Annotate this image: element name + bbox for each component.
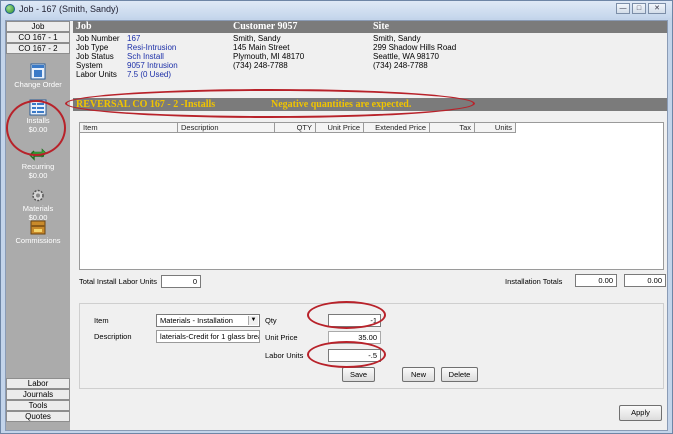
sidebar: Job CO 167 - 1 CO 167 - 2 Change Order I… bbox=[6, 21, 70, 430]
tab-labor[interactable]: Labor bbox=[6, 378, 70, 389]
tab-co-167-2[interactable]: CO 167 - 2 bbox=[6, 43, 70, 54]
new-button[interactable]: New bbox=[402, 367, 435, 382]
reversal-banner: REVERSAL CO 167 - 2 -Installs Negative q… bbox=[73, 98, 667, 111]
column-description[interactable]: Description bbox=[178, 123, 275, 133]
tab-job[interactable]: Job bbox=[6, 21, 70, 32]
column-unit-price[interactable]: Unit Price bbox=[316, 123, 364, 133]
job-type-label: Job Type bbox=[76, 43, 109, 52]
sidebar-item-label: Installs bbox=[26, 116, 50, 125]
customer-name: Smith, Sandy bbox=[233, 34, 281, 43]
labor-units-label: Labor Units bbox=[76, 70, 117, 79]
customer-city: Plymouth, MI 48170 bbox=[233, 52, 305, 61]
reversal-title: REVERSAL CO 167 - 2 -Installs bbox=[76, 99, 216, 110]
description-label: Description bbox=[94, 332, 132, 341]
reversal-note: Negative quantities are expected. bbox=[271, 99, 412, 110]
change-order-icon bbox=[30, 63, 46, 80]
job-status-label: Job Status bbox=[76, 52, 114, 61]
column-units[interactable]: Units bbox=[475, 123, 516, 133]
job-status-value: Sch Install bbox=[127, 52, 164, 61]
total-labor-units-label: Total Install Labor Units bbox=[79, 277, 157, 286]
site-info: Smith, Sandy 299 Shadow Hills Road Seatt… bbox=[373, 34, 456, 70]
tab-tools[interactable]: Tools bbox=[6, 400, 70, 411]
unit-price-label: Unit Price bbox=[265, 333, 298, 342]
item-select[interactable]: Materials - Installation ▼ bbox=[156, 314, 260, 327]
customer-info: Smith, Sandy 145 Main Street Plymouth, M… bbox=[233, 34, 304, 70]
item-select-value: Materials - Installation bbox=[160, 316, 233, 325]
client-area: Job CO 167 - 1 CO 167 - 2 Change Order I… bbox=[5, 20, 668, 431]
app-icon bbox=[5, 4, 15, 14]
minimize-icon[interactable]: — bbox=[616, 3, 630, 14]
total-labor-units-value: 0 bbox=[161, 275, 201, 288]
description-field[interactable]: laterials-Credit for 1 glass break bbox=[156, 330, 260, 343]
materials-icon bbox=[32, 189, 44, 202]
sidebar-item-label: Change Order bbox=[14, 80, 62, 89]
sidebar-item-recurring[interactable]: Recurring $0.00 bbox=[6, 145, 70, 180]
job-info: Job Number 167 Job Type Resi-Intrusion Job… bbox=[76, 34, 178, 79]
system-value: 9057 Intrusion bbox=[127, 61, 178, 70]
labor-units-value: 7.5 (0 Used) bbox=[127, 70, 172, 79]
maximize-icon[interactable]: □ bbox=[632, 3, 646, 14]
close-icon[interactable]: ✕ bbox=[648, 3, 666, 14]
apply-button[interactable]: Apply bbox=[619, 405, 662, 421]
labor-units-field[interactable]: -.5 bbox=[328, 349, 381, 362]
tab-quotes[interactable]: Quotes bbox=[6, 411, 70, 422]
site-street: 299 Shadow Hills Road bbox=[373, 43, 457, 52]
customer-street: 145 Main Street bbox=[233, 43, 290, 52]
job-number-value: 167 bbox=[127, 34, 141, 43]
recurring-icon bbox=[29, 148, 47, 161]
info-header: Job Customer 9057 Site bbox=[73, 21, 667, 33]
sidebar-item-label: Recurring bbox=[21, 162, 55, 171]
window-title: Job - 167 (Smith, Sandy) bbox=[19, 4, 119, 14]
system-label: System bbox=[76, 61, 103, 70]
site-heading: Site bbox=[373, 21, 390, 32]
sidebar-item-label: Materials bbox=[22, 204, 54, 213]
site-phone: (734) 248-7788 bbox=[373, 61, 428, 70]
main-panel: Job Customer 9057 Site Job Number 167 Job… bbox=[73, 21, 667, 430]
qty-field[interactable]: -1 bbox=[328, 314, 381, 327]
tab-journals[interactable]: Journals bbox=[6, 389, 70, 400]
column-item[interactable]: Item bbox=[80, 123, 178, 133]
installation-total-2: 0.00 bbox=[624, 274, 666, 287]
column-qty[interactable]: QTY bbox=[275, 123, 316, 133]
job-type-value: Resi-Intrusion bbox=[127, 43, 177, 52]
column-extended-price[interactable]: Extended Price bbox=[364, 123, 430, 133]
item-label: Item bbox=[94, 316, 109, 325]
sidebar-item-amount: $0.00 bbox=[28, 171, 48, 180]
save-button[interactable]: Save bbox=[342, 367, 375, 382]
delete-button[interactable]: Delete bbox=[441, 367, 478, 382]
sidebar-item-installs[interactable]: Installs $0.00 bbox=[6, 99, 70, 134]
application-window: Job - 167 (Smith, Sandy) — □ ✕ Job CO 16… bbox=[0, 0, 673, 434]
title-bar: Job - 167 (Smith, Sandy) — □ ✕ bbox=[1, 1, 672, 18]
sidebar-item-commissions[interactable]: Commissions bbox=[6, 219, 70, 245]
job-number-label: Job Number bbox=[76, 34, 120, 43]
customer-heading: Customer 9057 bbox=[233, 21, 298, 32]
line-item-editor: Item Materials - Installation ▼ Descript… bbox=[79, 303, 664, 389]
unit-price-field: 35.00 bbox=[328, 331, 381, 344]
labor-units-input-label: Labor Units bbox=[265, 351, 304, 360]
line-items-grid[interactable]: Item Description QTY Unit Price Extended… bbox=[79, 122, 664, 270]
customer-phone: (734) 248-7788 bbox=[233, 61, 288, 70]
installs-icon bbox=[29, 99, 47, 116]
tab-co-167-1[interactable]: CO 167 - 1 bbox=[6, 32, 70, 43]
sidebar-item-amount: $0.00 bbox=[28, 125, 48, 134]
site-name: Smith, Sandy bbox=[373, 34, 421, 43]
sidebar-item-change-order[interactable]: Change Order bbox=[6, 63, 70, 89]
sidebar-item-materials[interactable]: Materials $0.00 bbox=[6, 187, 70, 222]
chevron-down-icon[interactable]: ▼ bbox=[248, 316, 258, 325]
job-heading: Job bbox=[76, 21, 92, 32]
site-city: Seattle, WA 98170 bbox=[373, 52, 439, 61]
installation-totals-label: Installation Totals bbox=[505, 277, 563, 286]
sidebar-item-label: Commissions bbox=[15, 236, 61, 245]
commissions-icon bbox=[30, 220, 46, 235]
column-tax[interactable]: Tax bbox=[430, 123, 475, 133]
installation-total-1: 0.00 bbox=[575, 274, 617, 287]
qty-label: Qty bbox=[265, 316, 277, 325]
